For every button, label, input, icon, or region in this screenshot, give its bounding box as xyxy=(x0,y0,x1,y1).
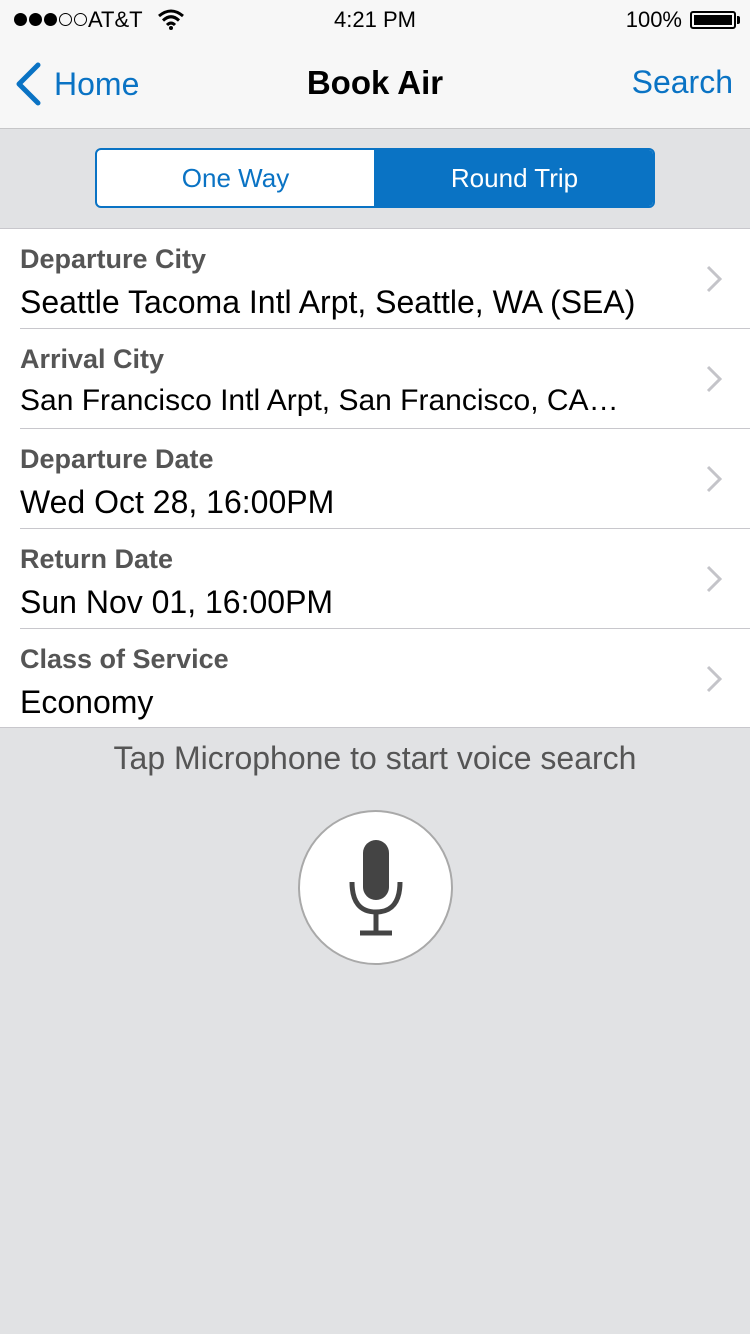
row-label: Departure City xyxy=(20,244,207,274)
voice-search-button[interactable] xyxy=(298,810,453,965)
battery-percentage: 100% xyxy=(625,7,682,32)
battery-icon xyxy=(690,11,736,29)
chevron-right-icon xyxy=(706,365,722,393)
departure-date-row[interactable]: Departure Date Wed Oct 28, 16:00PM xyxy=(0,429,750,529)
search-button[interactable]: Search xyxy=(632,64,733,101)
trip-type-segmented-control: One Way Round Trip xyxy=(95,148,655,208)
battery-nub xyxy=(737,16,740,24)
top-bar: AT&T 4:21 PM 100% Home Book Air Search xyxy=(0,0,750,129)
chevron-right-icon xyxy=(706,665,722,693)
chevron-right-icon xyxy=(706,265,722,293)
row-label: Arrival City xyxy=(20,344,165,374)
chevron-right-icon xyxy=(706,565,722,593)
row-value: Sun Nov 01, 16:00PM xyxy=(20,584,334,620)
segment-round-trip[interactable]: Round Trip xyxy=(374,150,653,206)
class-of-service-row[interactable]: Class of Service Economy xyxy=(0,629,750,729)
row-label: Departure Date xyxy=(20,444,214,474)
voice-search-hint: Tap Microphone to start voice search xyxy=(113,740,637,776)
status-bar: AT&T 4:21 PM 100% xyxy=(0,0,750,40)
row-value: Seattle Tacoma Intl Arpt, Seattle, WA (S… xyxy=(20,284,636,320)
departure-city-row[interactable]: Departure City Seattle Tacoma Intl Arpt,… xyxy=(0,229,750,329)
row-value: Wed Oct 28, 16:00PM xyxy=(20,484,335,520)
row-label: Class of Service xyxy=(20,644,229,674)
microphone-icon xyxy=(349,839,402,935)
chevron-right-icon xyxy=(706,465,722,493)
row-value: San Francisco Intl Arpt, San Francisco, … xyxy=(20,384,619,417)
segment-one-way[interactable]: One Way xyxy=(97,150,374,206)
row-label: Return Date xyxy=(20,544,174,574)
booking-form: Departure City Seattle Tacoma Intl Arpt,… xyxy=(0,228,750,728)
row-value: Economy xyxy=(20,684,154,720)
return-date-row[interactable]: Return Date Sun Nov 01, 16:00PM xyxy=(0,529,750,629)
arrival-city-row[interactable]: Arrival City San Francisco Intl Arpt, Sa… xyxy=(0,329,750,429)
